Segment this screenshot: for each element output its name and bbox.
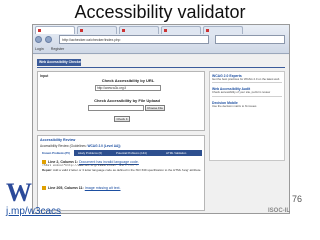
file-form: Check Accessibility by File Upload Choos… [82, 98, 172, 112]
guidelines-label: Accessibility Review (Guidelines: [40, 144, 87, 148]
favicon-icon [164, 29, 167, 32]
file-input[interactable] [88, 105, 144, 111]
warning-icon [42, 186, 46, 191]
tab-known-problems[interactable]: Known Problems(75) [40, 150, 74, 156]
url-heading: Check Accessibility by URL [101, 78, 155, 83]
favicon-icon [206, 29, 209, 32]
guidelines-link[interactable]: WCAG 2.0 (Level AA)) [87, 144, 120, 148]
result-location: Line 205, Column 11: [48, 186, 84, 190]
tab-likely-problems[interactable]: Likely Problems (0) [76, 150, 112, 156]
review-heading: Accessibility Review [40, 138, 76, 142]
menu-item-register[interactable]: Register [51, 47, 64, 51]
sidebar-divider [212, 95, 282, 97]
checker-banner: Web Accessibility Checker [37, 59, 81, 66]
back-icon[interactable] [35, 36, 42, 43]
result-item: Line 205, Column 11: Image missing alt t… [42, 186, 202, 191]
browser-tab[interactable] [119, 26, 159, 34]
navigation-bar: http://achecker.ca/checker/index.php [35, 35, 287, 44]
address-bar[interactable]: http://achecker.ca/checker/index.php [59, 35, 209, 44]
browser-tab[interactable] [77, 26, 117, 34]
forward-icon[interactable] [45, 36, 52, 43]
menu-item-login[interactable]: Login [35, 47, 44, 51]
check-it-button[interactable]: Check It [114, 116, 130, 122]
file-heading: Check Accessibility by File Upload [94, 98, 160, 103]
w3c-logo: W [6, 178, 32, 207]
url-input[interactable]: http://www.w3c.org.il [95, 85, 161, 91]
page-viewport: Web Accessibility Checker Input Check Ac… [33, 55, 289, 213]
org-logo: ISOC-IL [268, 208, 290, 214]
sidebar-item-text: Use the decision matrix to fix issues [212, 103, 257, 108]
result-tabs: Known Problems(75) Likely Problems (0) P… [40, 150, 202, 156]
repair-text: Add a valid 2 letter or 3 letter languag… [53, 168, 202, 173]
guidelines-line: Accessibility Review (Guidelines: WCAG 2… [40, 144, 120, 148]
browser-toolbar: http://achecker.ca/checker/index.php Log… [33, 25, 289, 54]
sidebar-item-text: Check accessibility of your site, perfor… [212, 90, 271, 95]
tab-strip [35, 26, 285, 34]
input-panel: Input Check Accessibility by URL http://… [37, 71, 205, 131]
url-form: Check Accessibility by URL http://www.w3… [88, 78, 168, 91]
browser-screenshot: http://achecker.ca/checker/index.php Log… [32, 24, 290, 214]
page-number: 76 [292, 194, 303, 204]
browser-search-input[interactable] [215, 35, 285, 44]
sidebar-item-text: Get the best practices for WCAG 2.0 on t… [212, 77, 280, 81]
sidebar-item[interactable]: Decision Mobile Use the decision matrix … [212, 101, 282, 108]
tab-potential-problems[interactable]: Potential Problems (144) [114, 150, 162, 156]
choose-file-button[interactable]: Choose File [145, 105, 165, 111]
sidebar: WCAG 2.0 Experts Get the best practices … [209, 71, 285, 161]
slide-link[interactable]: j.mp/w3cacs [6, 206, 61, 217]
sidebar-item[interactable]: Web Accessibility Audit Check accessibil… [212, 87, 282, 97]
slide-title: Accessibility validator [74, 2, 246, 22]
browser-tab[interactable] [35, 26, 75, 34]
favicon-icon [38, 29, 41, 32]
repair-label: Repair: [42, 168, 53, 173]
favicon-icon [80, 29, 83, 32]
site-menu: Login Register [35, 45, 287, 53]
file-row: Choose File [82, 105, 172, 112]
tab-html-validation[interactable]: HTML Validation [164, 150, 200, 156]
favicon-icon [122, 29, 125, 32]
sidebar-divider [212, 82, 282, 84]
result-message[interactable]: Image missing alt text. [85, 186, 121, 190]
browser-tab[interactable] [203, 26, 243, 34]
browser-tab[interactable] [161, 26, 201, 34]
result-item: Line 2, Column 1: Document has invalid l… [42, 160, 202, 172]
sidebar-item[interactable]: WCAG 2.0 Experts Get the best practices … [212, 74, 282, 84]
review-panel: Accessibility Review Accessibility Revie… [37, 135, 205, 211]
banner-divider [37, 67, 285, 68]
result-repair: Repair: Add a valid 2 letter or 3 letter… [42, 168, 202, 172]
result-header: Line 205, Column 11: Image missing alt t… [42, 186, 202, 191]
input-tag: Input [40, 74, 49, 78]
